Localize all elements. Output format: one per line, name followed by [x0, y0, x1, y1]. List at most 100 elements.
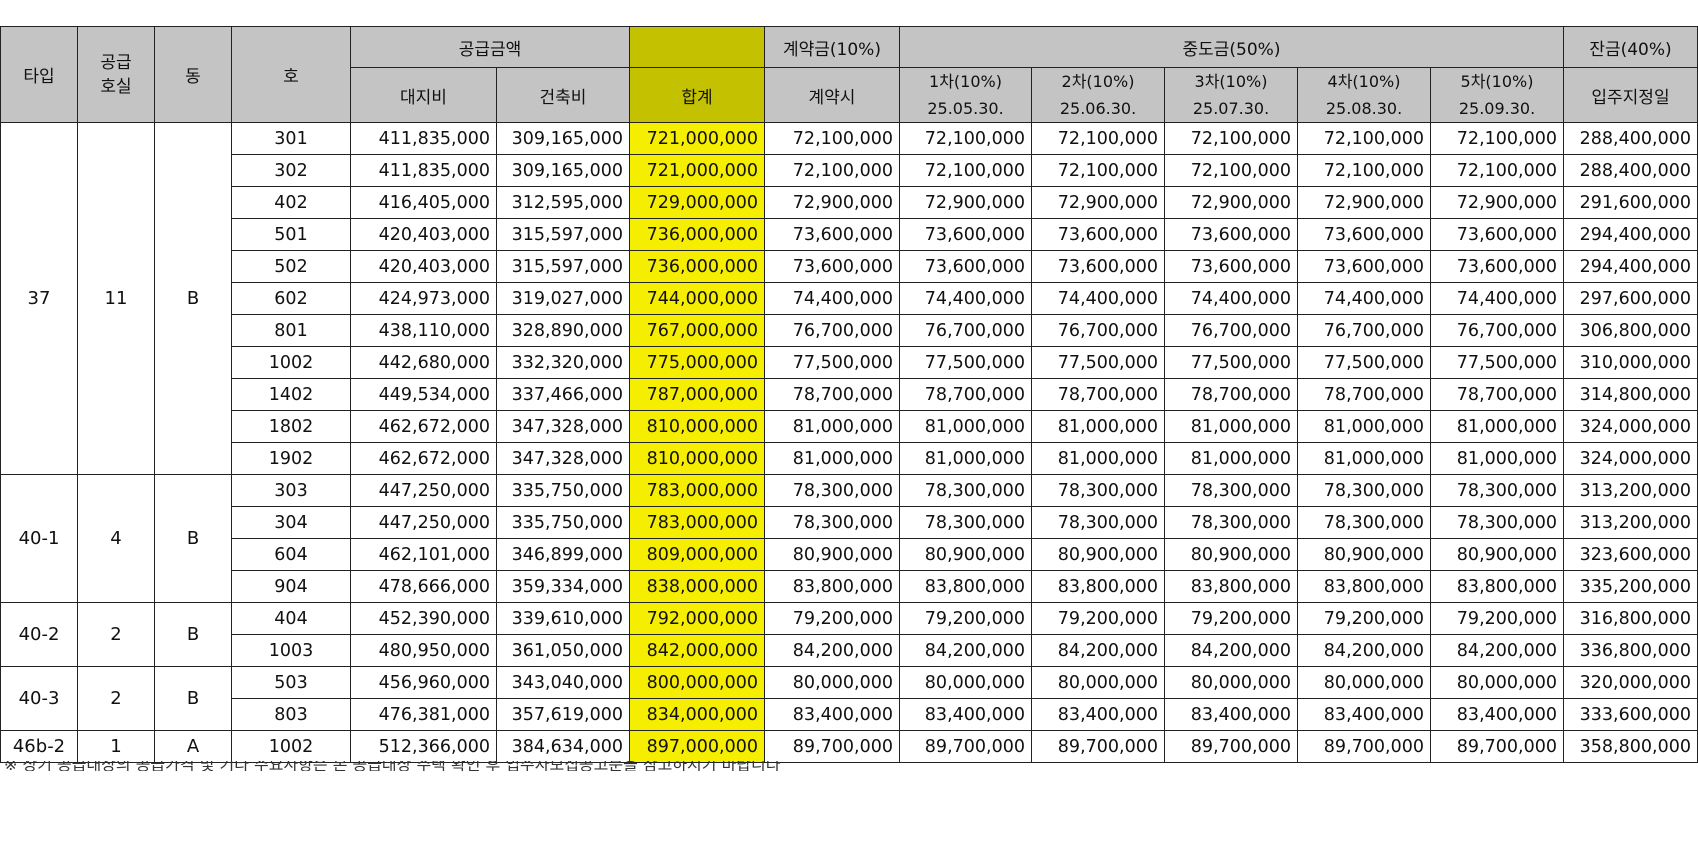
installment-3-cell: 89,700,000: [1164, 730, 1298, 763]
contract-cell: 72,100,000: [764, 122, 900, 155]
balance-cell: 313,200,000: [1563, 506, 1698, 539]
installment-3-cell: 84,200,000: [1164, 634, 1298, 667]
installment-4-cell: 83,800,000: [1297, 570, 1431, 603]
contract-cell: 73,600,000: [764, 250, 900, 283]
installment-3-cell: 81,000,000: [1164, 442, 1298, 475]
ho-cell: 1002: [231, 346, 351, 379]
installment-4-cell: 78,300,000: [1297, 474, 1431, 507]
installment-4-cell: 72,100,000: [1297, 122, 1431, 155]
installment-4-cell: 78,700,000: [1297, 378, 1431, 411]
installment-5-cell: 84,200,000: [1430, 634, 1564, 667]
installment-3-cell: 80,000,000: [1164, 666, 1298, 699]
contract-cell: 72,900,000: [764, 186, 900, 219]
header-supply-rooms: 공급 호실: [77, 26, 155, 123]
contract-cell: 79,200,000: [764, 602, 900, 635]
installment-3-cell: 72,100,000: [1164, 154, 1298, 187]
table-row: 37 11 B 301 411,835,000 309,165,000 721,000,00…: [0, 122, 1698, 475]
installment-3-cell: 78,300,000: [1164, 474, 1298, 507]
installment-5-cell: 81,000,000: [1430, 410, 1564, 443]
land-cost-cell: 456,960,000: [350, 666, 497, 699]
installment-2-cell: 80,900,000: [1031, 538, 1165, 571]
installment-2-cell: 72,100,000: [1031, 122, 1165, 155]
installment-1-cell: 76,700,000: [899, 314, 1032, 347]
table-row: 302 411,835,000 309,165,000 721,000,000 72,1…: [1, 154, 1698, 187]
total-cell: 729,000,000: [629, 186, 765, 219]
contract-cell: 89,700,000: [764, 730, 900, 763]
header-balance-sub: 입주지정일: [1563, 67, 1698, 123]
land-cost-cell: 420,403,000: [350, 250, 497, 283]
installment-1-cell: 80,000,000: [899, 666, 1032, 699]
type-cell: 46b-2: [0, 730, 78, 763]
land-cost-cell: 452,390,000: [350, 602, 497, 635]
total-cell: 787,000,000: [629, 378, 765, 411]
installment-3-cell: 83,800,000: [1164, 570, 1298, 603]
building-cost-cell: 309,165,000: [496, 154, 630, 187]
table-row: 502 420,403,000 315,597,000 736,000,000 73,6…: [1, 250, 1698, 283]
installment-1-cell: 78,300,000: [899, 506, 1032, 539]
installment-1-cell: 83,800,000: [899, 570, 1032, 603]
land-cost-cell: 438,110,000: [350, 314, 497, 347]
balance-cell: 313,200,000: [1563, 474, 1698, 507]
total-cell: 775,000,000: [629, 346, 765, 379]
installment-5-cell: 80,900,000: [1430, 538, 1564, 571]
installment-2-cell: 83,800,000: [1031, 570, 1165, 603]
table-body: 37 11 B 301 411,835,000 309,165,000 721,000,00…: [0, 122, 1698, 763]
installment-label: 2차(10%): [1061, 72, 1135, 91]
installment-2-cell: 77,500,000: [1031, 346, 1165, 379]
contract-cell: 83,400,000: [764, 698, 900, 731]
building-cost-cell: 335,750,000: [496, 506, 630, 539]
land-cost-cell: 480,950,000: [350, 634, 497, 667]
balance-cell: 320,000,000: [1563, 666, 1698, 699]
ho-cell: 801: [231, 314, 351, 347]
installment-5-cell: 78,700,000: [1430, 378, 1564, 411]
building-cost-cell: 309,165,000: [496, 122, 630, 155]
building-cost-cell: 315,597,000: [496, 250, 630, 283]
price-table-container: 타입 공급 호실 동 호 공급금액 계약금(10%) 중도금(50%) 잔금(4…: [0, 26, 1698, 763]
total-cell: 721,000,000: [629, 154, 765, 187]
installment-2-cell: 78,300,000: [1031, 474, 1165, 507]
installment-2-cell: 76,700,000: [1031, 314, 1165, 347]
installment-3-cell: 78,700,000: [1164, 378, 1298, 411]
building-cost-cell: 361,050,000: [496, 634, 630, 667]
contract-cell: 81,000,000: [764, 442, 900, 475]
installment-2-cell: 80,000,000: [1031, 666, 1165, 699]
building-cost-cell: 339,610,000: [496, 602, 630, 635]
installment-4-cell: 76,700,000: [1297, 314, 1431, 347]
ho-cell: 304: [231, 506, 351, 539]
balance-cell: 335,200,000: [1563, 570, 1698, 603]
building-cost-cell: 347,328,000: [496, 442, 630, 475]
installment-4-cell: 73,600,000: [1297, 250, 1431, 283]
installment-1-cell: 73,600,000: [899, 218, 1032, 251]
land-cost-cell: 447,250,000: [350, 506, 497, 539]
supply-cell: 2: [77, 666, 155, 731]
installment-2-cell: 78,700,000: [1031, 378, 1165, 411]
header-contract: 계약금(10%): [764, 26, 900, 68]
header-balance: 잔금(40%): [1563, 26, 1698, 68]
supply-cell: 1: [77, 730, 155, 763]
installment-1-cell: 84,200,000: [899, 634, 1032, 667]
table-row: 40-2 2 B 404 452,390,000 339,610,000 792,000,0…: [0, 602, 1698, 667]
installment-5-cell: 73,600,000: [1430, 218, 1564, 251]
dong-cell: B: [154, 474, 232, 603]
header-installment-4: 4차(10%) 25.08.30.: [1297, 67, 1431, 123]
dong-cell: A: [154, 730, 232, 763]
installment-1-cell: 83,400,000: [899, 698, 1032, 731]
total-cell: 767,000,000: [629, 314, 765, 347]
total-cell: 783,000,000: [629, 506, 765, 539]
installment-5-cell: 78,300,000: [1430, 474, 1564, 507]
type-cell: 40-2: [0, 602, 78, 667]
balance-cell: 336,800,000: [1563, 634, 1698, 667]
ho-cell: 803: [231, 698, 351, 731]
land-cost-cell: 416,405,000: [350, 186, 497, 219]
installment-3-cell: 72,900,000: [1164, 186, 1298, 219]
table-row: 1902 462,672,000 347,328,000 810,000,000 81,…: [1, 442, 1698, 475]
installment-2-cell: 81,000,000: [1031, 442, 1165, 475]
land-cost-cell: 476,381,000: [350, 698, 497, 731]
header-contract-sub: 계약시: [764, 67, 900, 123]
land-cost-cell: 462,672,000: [350, 410, 497, 443]
installment-5-cell: 83,400,000: [1430, 698, 1564, 731]
ho-cell: 604: [231, 538, 351, 571]
balance-cell: 294,400,000: [1563, 218, 1698, 251]
header-total: 합계: [629, 67, 765, 123]
total-cell: 834,000,000: [629, 698, 765, 731]
